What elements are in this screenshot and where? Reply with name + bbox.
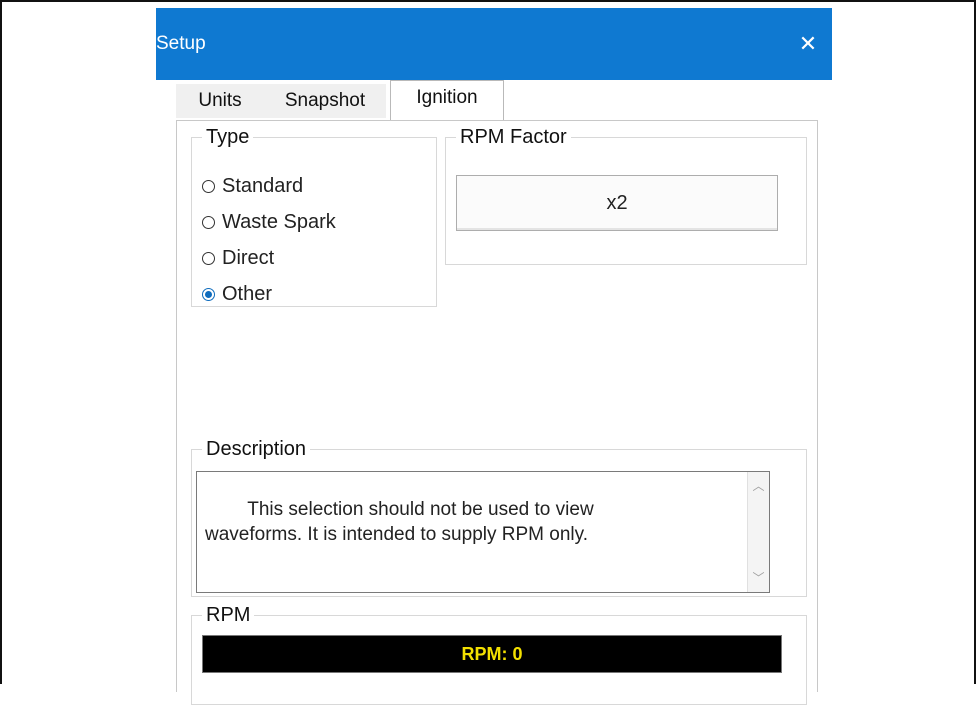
radio-label: Standard <box>222 174 304 197</box>
radio-label: Other <box>222 282 273 305</box>
radio-button-icon[interactable] <box>202 179 215 193</box>
description-label: Description <box>206 438 307 460</box>
description-group: Description This selection should not be… <box>191 439 807 597</box>
close-icon: ✕ <box>798 31 818 56</box>
scroll-down-icon[interactable]: ﹀ <box>748 568 769 588</box>
rpm-group: RPM RPM: 0 <box>191 605 807 705</box>
description-scrollbar[interactable]: ︿ ﹀ <box>747 472 769 592</box>
rpm-readout: RPM: 0 <box>202 635 782 673</box>
setup-dialog: Setup ✕ Units Snapshot Ignition Type Sta… <box>156 8 832 705</box>
radio-label: Direct <box>222 246 275 269</box>
page-frame-right <box>966 0 976 684</box>
page-frame-left <box>0 0 8 684</box>
rpm-factor-button[interactable]: x2 <box>456 175 778 231</box>
ignition-tab-panel: Type Standard Waste Spark Direct Other R… <box>176 120 818 705</box>
radio-label: Waste Spark <box>222 210 336 233</box>
rpm-factor-label: RPM Factor <box>460 126 567 148</box>
type-group: Type Standard Waste Spark Direct Other <box>191 127 437 307</box>
tab-strip: Units Snapshot Ignition <box>176 80 816 122</box>
radio-button-icon[interactable] <box>202 251 215 265</box>
description-text: This selection should not be used to vie… <box>205 499 594 545</box>
tab-snapshot[interactable]: Snapshot <box>264 84 386 118</box>
tab-ignition[interactable]: Ignition <box>390 80 504 121</box>
radio-direct[interactable]: Direct <box>202 243 274 273</box>
scroll-up-icon[interactable]: ︿ <box>748 476 769 496</box>
title-bar[interactable]: Setup ✕ <box>156 8 832 80</box>
window-title: Setup <box>156 33 206 54</box>
tab-units[interactable]: Units <box>176 84 264 118</box>
description-textbox[interactable]: This selection should not be used to vie… <box>196 471 770 593</box>
radio-standard[interactable]: Standard <box>202 171 303 201</box>
radio-waste-spark[interactable]: Waste Spark <box>202 207 336 237</box>
radio-other[interactable]: Other <box>202 279 272 309</box>
close-button[interactable]: ✕ <box>792 30 824 58</box>
type-group-label: Type <box>206 126 250 148</box>
rpm-factor-group: RPM Factor x2 <box>445 127 807 265</box>
radio-button-icon[interactable] <box>202 215 215 229</box>
rpm-label: RPM <box>206 604 251 626</box>
radio-button-selected-icon[interactable] <box>202 287 215 301</box>
